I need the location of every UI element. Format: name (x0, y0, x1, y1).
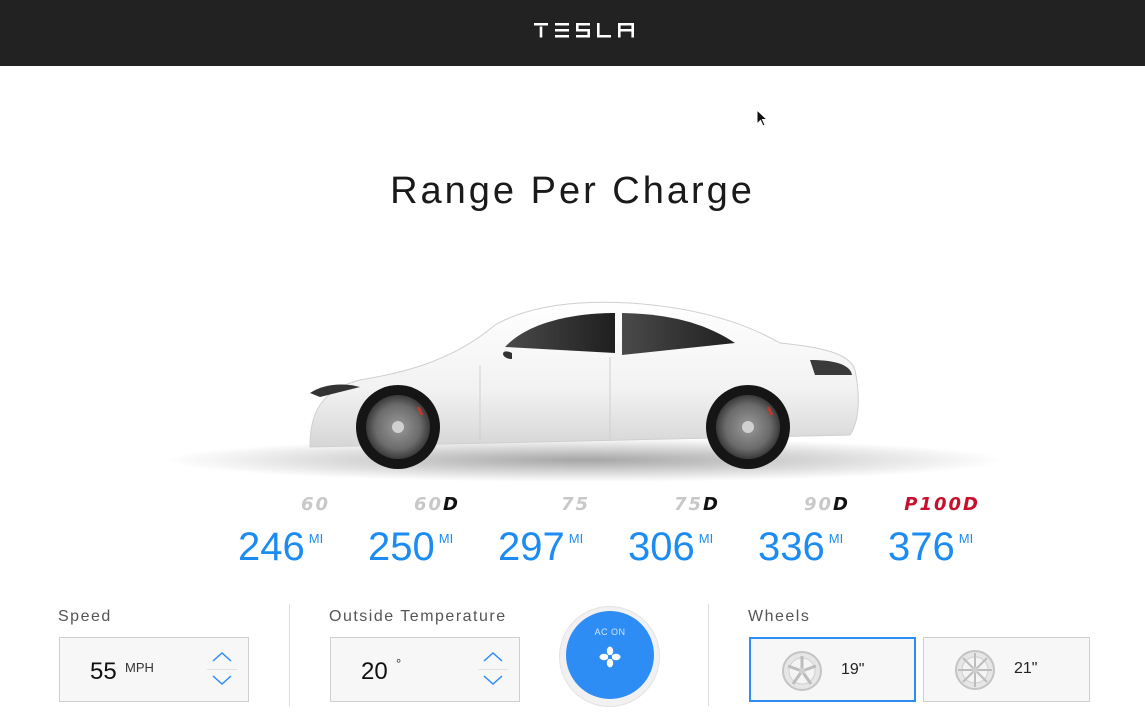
wheel-size-label: 21" (1014, 660, 1038, 677)
fan-icon (599, 646, 621, 668)
model-item[interactable]: 75 297 MI (480, 490, 610, 580)
temperature-increase-button[interactable] (481, 648, 505, 666)
model-item[interactable]: 60D 250 MI (350, 490, 480, 580)
chevron-up-icon (483, 651, 503, 662)
model-range: 250 MI (368, 525, 454, 569)
speed-unit: MPH (125, 660, 154, 675)
section-divider (289, 604, 290, 706)
model-range: 297 MI (498, 525, 584, 569)
temperature-label: Outside Temperature (329, 608, 507, 625)
car-image (165, 301, 1005, 482)
speed-increase-button[interactable] (210, 648, 234, 666)
speed-label: Speed (58, 608, 112, 625)
chevron-down-icon (483, 675, 503, 686)
temperature-stepper: 20 ° (330, 637, 520, 702)
model-name: 75D (673, 494, 720, 515)
chevron-up-icon (212, 651, 232, 662)
model-range: 336 MI (758, 525, 844, 569)
model-range: 376 MI (888, 525, 974, 569)
chevron-down-icon (212, 675, 232, 686)
model-item[interactable]: P100D 376 MI (870, 490, 1000, 580)
stepper-divider (478, 669, 508, 670)
model-item[interactable]: 90D 336 MI (740, 490, 870, 580)
wheels-label: Wheels (748, 608, 811, 625)
model-name: 75 (560, 494, 590, 515)
model-range: 246 MI (238, 525, 324, 569)
model-item[interactable]: 75D 306 MI (610, 490, 740, 580)
model-name: 90D (803, 494, 850, 515)
stepper-divider (207, 669, 237, 670)
model-name: P100D (904, 494, 980, 515)
ac-status-label: AC ON (594, 627, 626, 637)
speed-value: 55 (90, 658, 117, 685)
ac-toggle-button[interactable]: AC ON (566, 611, 654, 699)
wheel-option-21[interactable]: 21" (923, 637, 1090, 702)
model-name: 60D (413, 494, 460, 515)
temperature-value: 20 (361, 658, 388, 685)
wheel-option-19[interactable]: 19" (749, 637, 916, 702)
speed-stepper: 55 MPH (59, 637, 249, 702)
model-range: 306 MI (628, 525, 714, 569)
page-title: Range Per Charge (390, 170, 755, 212)
wheel-icon (782, 651, 822, 691)
temperature-decrease-button[interactable] (481, 671, 505, 689)
section-divider (708, 604, 709, 706)
top-bar (0, 0, 1145, 66)
temperature-unit: ° (396, 656, 402, 671)
speed-decrease-button[interactable] (210, 671, 234, 689)
wheel-icon (955, 650, 995, 690)
wheel-size-label: 19" (841, 661, 865, 678)
model-range-list: 60 246 MI 60D 250 MI 75 297 MI 75D 306 MI 90… (220, 490, 1000, 580)
model-name: 60 (300, 494, 330, 515)
tesla-logo[interactable] (533, 22, 637, 38)
model-item[interactable]: 60 246 MI (220, 490, 350, 580)
mouse-cursor-icon (756, 109, 769, 127)
